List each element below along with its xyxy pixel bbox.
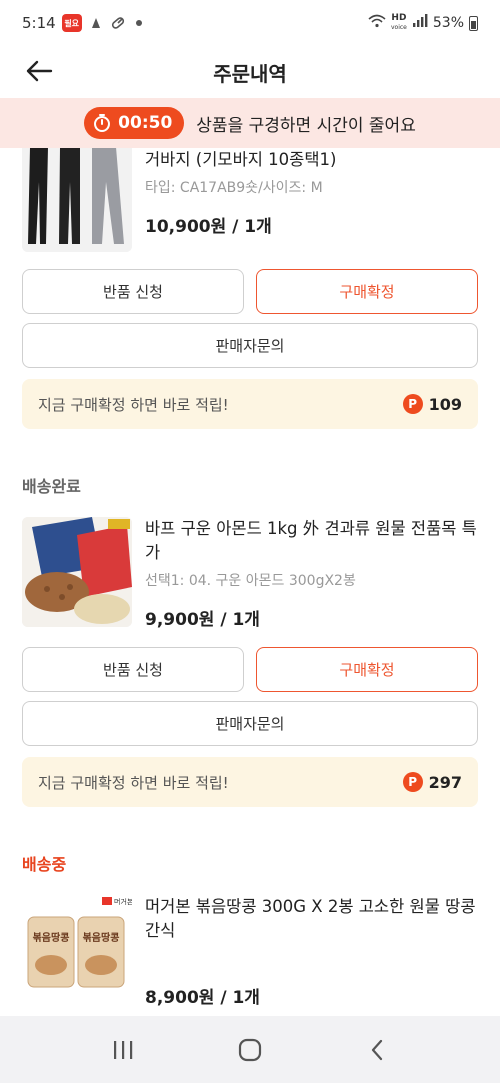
return-request-button[interactable]: 반품 신청 [22,647,244,692]
order-status-label: 배송완료 [22,477,81,496]
battery-icon [469,15,478,31]
product-thumbnail[interactable] [22,148,132,252]
back-nav-button[interactable] [357,1030,397,1070]
product-name[interactable]: 머거본 볶음땅콩 300G X 2봉 고소한 원물 땅콩 간식 [145,895,478,943]
home-button[interactable] [230,1030,270,1070]
hd-sub-label: voice [390,24,407,31]
timer-countdown: 00:50 [118,113,173,133]
home-icon [238,1038,262,1061]
points-reward-box: 지금 구매확정 하면 바로 적립! P 297 [22,757,478,807]
timer-pill: 00:50 [84,107,185,139]
status-left: 5:14 필요 [22,14,142,32]
product-option: 타입: CA17AB9숏/사이즈: M [145,180,323,196]
return-request-button[interactable]: 반품 신청 [22,269,244,314]
points-icon: P [402,772,423,792]
recent-apps-button[interactable] [103,1030,143,1070]
product-thumbnail[interactable] [22,517,132,627]
brand-text: 머거본 [114,897,132,906]
package-text: 볶음땅콩 [83,931,120,944]
product-thumbnail[interactable]: 머거본 볶음땅콩 볶음땅콩 [22,895,132,1005]
order-status-label: 배송중 [22,855,67,874]
person-notification-icon [88,15,104,31]
confirm-purchase-button[interactable]: 구매확정 [256,647,478,692]
timer-message: 상품을 구경하면 시간이 줄어요 [196,115,416,136]
points-amount-group: P 109 [402,394,462,414]
product-name[interactable]: [세토일]롤밴딩 스판 기모바지 통바지/부츠컷/조거바지 (기모바지 10종택… [145,148,478,172]
points-message: 지금 구매확정 하면 바로 적립! [38,773,229,792]
recent-apps-icon [114,1040,133,1059]
page-title: 주문내역 [213,61,287,86]
points-reward-box: 지금 구매확정 하면 바로 적립! P 109 [22,379,478,429]
timer-banner[interactable]: 00:50 상품을 구경하면 시간이 줄어요 [0,98,500,148]
product-price-qty: 10,900원 / 1개 [145,217,272,237]
app-header: 주문내역 [0,46,500,98]
signal-icon [412,14,428,32]
order-actions: 반품 신청 구매확정 [0,647,500,692]
points-message: 지금 구매확정 하면 바로 적립! [38,395,229,414]
seller-inquiry-button[interactable]: 판매자문의 [22,701,478,746]
product-price-qty: 9,900원 / 1개 [145,610,260,630]
points-amount: 109 [428,394,462,414]
status-right: HD voice 53% [368,14,478,32]
app-notification-icon: 필요 [61,14,82,32]
order-list[interactable]: [세토일]롤밴딩 스판 기모바지 통바지/부츠컷/조거바지 (기모바지 10종택… [0,148,500,1016]
product-info: 바프 구운 아몬드 1kg 外 견과류 원물 전품목 특가 선택1: 04. 구… [145,517,478,630]
pill-icon [110,15,126,31]
product-name[interactable]: 바프 구운 아몬드 1kg 外 견과류 원물 전품목 특가 [145,517,478,565]
product-info: 머거본 볶음땅콩 300G X 2봉 고소한 원물 땅콩 간식 8,900원 /… [145,895,478,1008]
status-time: 5:14 [22,14,56,32]
product-info: [세토일]롤밴딩 스판 기모바지 통바지/부츠컷/조거바지 (기모바지 10종택… [145,148,478,252]
order-actions: 반품 신청 구매확정 [0,269,500,314]
peanut-product-image: 머거본 볶음땅콩 볶음땅콩 [22,895,132,1005]
arrow-left-icon [26,60,53,82]
points-amount: 297 [428,772,462,792]
hd-voice-icon: HD voice [391,14,407,32]
back-button[interactable] [22,54,56,88]
stopwatch-icon [94,114,111,132]
product-option: 선택1: 04. 구운 아몬드 300gX2봉 [145,573,356,589]
battery-percent: 53% [432,15,464,31]
almond-product-image [22,517,132,627]
order-item[interactable]: 머거본 볶음땅콩 볶음땅콩 머거본 볶음땅콩 300G X 2봉 고소한 원물 … [0,895,500,1008]
product-price-qty: 8,900원 / 1개 [145,988,260,1008]
status-bar: 5:14 필요 HD voice 53% [0,0,500,46]
hd-label: HD [391,13,407,23]
more-notifications-dot [135,20,142,26]
seller-inquiry-button[interactable]: 판매자문의 [22,323,478,368]
wifi-icon [368,14,386,32]
points-icon: P [402,394,423,414]
system-nav-bar [0,1016,500,1083]
chevron-left-icon [371,1039,382,1060]
order-item[interactable]: 바프 구운 아몬드 1kg 外 견과류 원물 전품목 특가 선택1: 04. 구… [0,517,500,630]
pants-product-image [22,148,132,252]
order-item[interactable]: [세토일]롤밴딩 스판 기모바지 통바지/부츠컷/조거바지 (기모바지 10종택… [0,148,500,252]
confirm-purchase-button[interactable]: 구매확정 [256,269,478,314]
product-option [145,948,478,968]
package-text: 볶음땅콩 [33,931,70,944]
points-amount-group: P 297 [402,772,462,792]
